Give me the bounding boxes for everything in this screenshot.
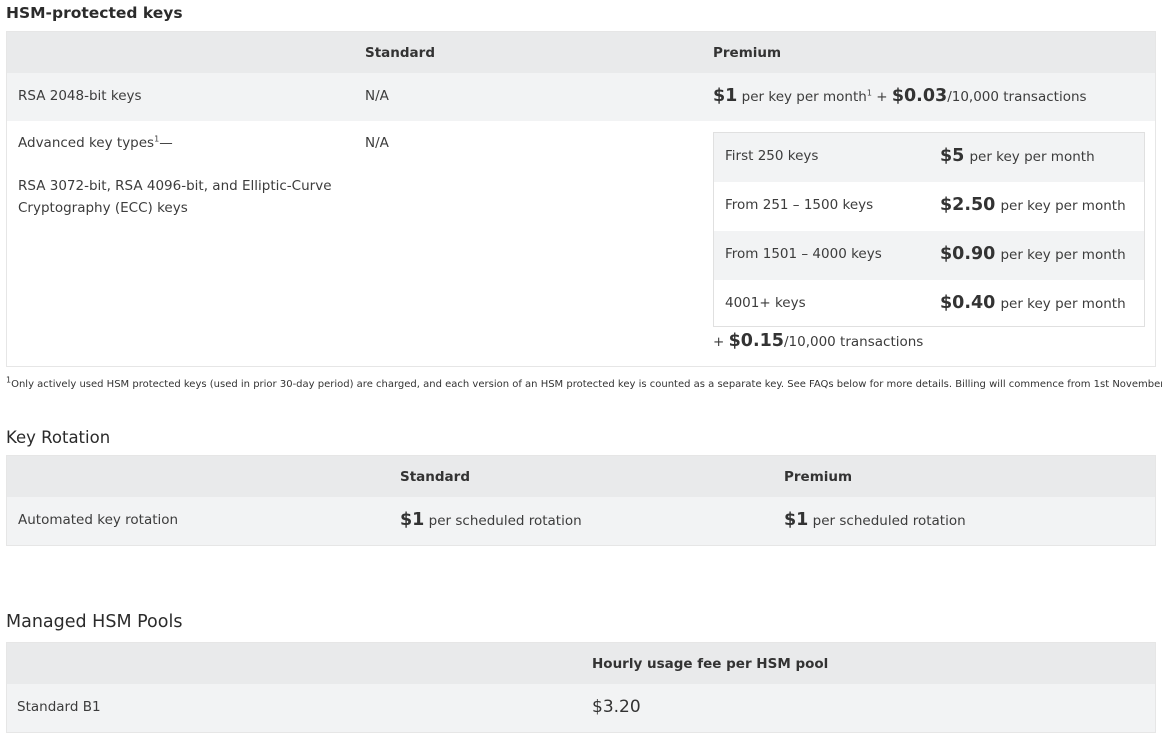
advanced-standard-value: N/A bbox=[365, 135, 389, 151]
rotation-premium-price-value: $1 bbox=[784, 510, 809, 530]
advanced-desc-line1: RSA 3072-bit, RSA 4096-bit, and Elliptic… bbox=[18, 178, 332, 194]
table-row-pool: Standard B1 $3.20 bbox=[7, 684, 1155, 732]
pool-row-price: $3.20 bbox=[592, 697, 641, 717]
tier-label: First 250 keys bbox=[725, 148, 819, 164]
pools-section-title: Managed HSM Pools bbox=[6, 612, 183, 632]
rotation-standard-price-unit: per scheduled rotation bbox=[428, 513, 582, 529]
table-row-rsa2048: RSA 2048-bit keys N/A $1 per key per mon… bbox=[7, 73, 1155, 121]
tier-price-value: $0.90 bbox=[940, 244, 996, 264]
rotation-section-title: Key Rotation bbox=[6, 428, 111, 447]
rsa2048-key-price: $1 bbox=[713, 86, 738, 106]
rotation-pricing-table: Standard Premium Automated key rotation … bbox=[6, 455, 1156, 546]
advanced-tier-table: First 250 keys $5 per key per month From… bbox=[713, 132, 1145, 327]
advanced-dash: — bbox=[159, 135, 173, 151]
tier-price-value: $5 bbox=[940, 146, 965, 166]
table-row-rotation: Automated key rotation $1 per scheduled … bbox=[7, 497, 1155, 545]
hsm-table-header: Standard Premium bbox=[7, 32, 1155, 73]
rsa2048-footnote-ref: 1 bbox=[866, 88, 872, 98]
tier-price-unit: per key per month bbox=[1000, 296, 1126, 312]
advanced-tx-price-value: $0.15 bbox=[728, 331, 784, 351]
advanced-label-text: Advanced key types bbox=[18, 135, 155, 151]
pools-col-fee: Hourly usage fee per HSM pool bbox=[592, 656, 829, 672]
pool-price-value: $3.20 bbox=[592, 697, 641, 717]
tier-price-value: $0.40 bbox=[940, 293, 996, 313]
tier-price-unit: per key per month bbox=[969, 149, 1095, 165]
rsa2048-label: RSA 2048-bit keys bbox=[18, 88, 142, 104]
pools-table-header: Hourly usage fee per HSM pool bbox=[7, 643, 1155, 684]
hsm-footnote: 1Only actively used HSM protected keys (… bbox=[6, 376, 1162, 390]
hsm-col-standard: Standard bbox=[365, 45, 435, 61]
hsm-section-title: HSM-protected keys bbox=[6, 4, 183, 22]
advanced-desc-line2: Cryptography (ECC) keys bbox=[18, 200, 188, 216]
rotation-col-standard: Standard bbox=[400, 469, 470, 485]
tier-row: First 250 keys $5 per key per month bbox=[714, 133, 1144, 182]
tier-price-unit: per key per month bbox=[1000, 247, 1126, 263]
rsa2048-tx-unit: /10,000 transactions bbox=[947, 89, 1087, 105]
pools-pricing-table: Hourly usage fee per HSM pool Standard B… bbox=[6, 642, 1156, 733]
advanced-tx-plus: + bbox=[713, 334, 725, 350]
tier-label: From 1501 – 4000 keys bbox=[725, 246, 882, 262]
rotation-col-premium: Premium bbox=[784, 469, 853, 485]
rsa2048-premium-price: $1 per key per month1 + $0.03/10,000 tra… bbox=[713, 86, 1087, 106]
advanced-tx-unit: /10,000 transactions bbox=[783, 334, 924, 350]
rsa2048-key-price-unit: per key per month bbox=[741, 89, 867, 105]
footnote-text: Only actively used HSM protected keys (u… bbox=[11, 379, 1162, 390]
tier-label: From 251 – 1500 keys bbox=[725, 197, 874, 213]
pool-row-label: Standard B1 bbox=[17, 699, 101, 715]
rotation-premium-price: $1 per scheduled rotation bbox=[784, 510, 966, 530]
tier-price-value: $2.50 bbox=[940, 195, 996, 215]
tier-price: $0.90 per key per month bbox=[940, 244, 1126, 264]
rsa2048-standard-value: N/A bbox=[365, 88, 389, 104]
hsm-pricing-table: Standard Premium RSA 2048-bit keys N/A $… bbox=[6, 31, 1156, 367]
rsa2048-tx-price: $0.03 bbox=[891, 86, 948, 106]
tier-price: $0.40 per key per month bbox=[940, 293, 1126, 313]
rotation-row-label: Automated key rotation bbox=[18, 512, 179, 528]
advanced-tx-price: + $0.15/10,000 transactions bbox=[713, 331, 923, 351]
tier-row: 4001+ keys $0.40 per key per month bbox=[714, 280, 1144, 329]
tier-row: From 251 – 1500 keys $2.50 per key per m… bbox=[714, 182, 1144, 231]
rotation-table-header: Standard Premium bbox=[7, 456, 1155, 497]
tier-row: From 1501 – 4000 keys $0.90 per key per … bbox=[714, 231, 1144, 280]
rotation-standard-price: $1 per scheduled rotation bbox=[400, 510, 582, 530]
tier-label: 4001+ keys bbox=[725, 295, 806, 311]
tier-price-unit: per key per month bbox=[1000, 198, 1126, 214]
rsa2048-plus: + bbox=[876, 89, 888, 105]
advanced-label: Advanced key types1— bbox=[18, 135, 173, 151]
rotation-standard-price-value: $1 bbox=[400, 510, 425, 530]
tier-price: $5 per key per month bbox=[940, 146, 1095, 166]
hsm-col-premium: Premium bbox=[713, 45, 782, 61]
tier-price: $2.50 per key per month bbox=[940, 195, 1126, 215]
rotation-premium-price-unit: per scheduled rotation bbox=[812, 513, 966, 529]
